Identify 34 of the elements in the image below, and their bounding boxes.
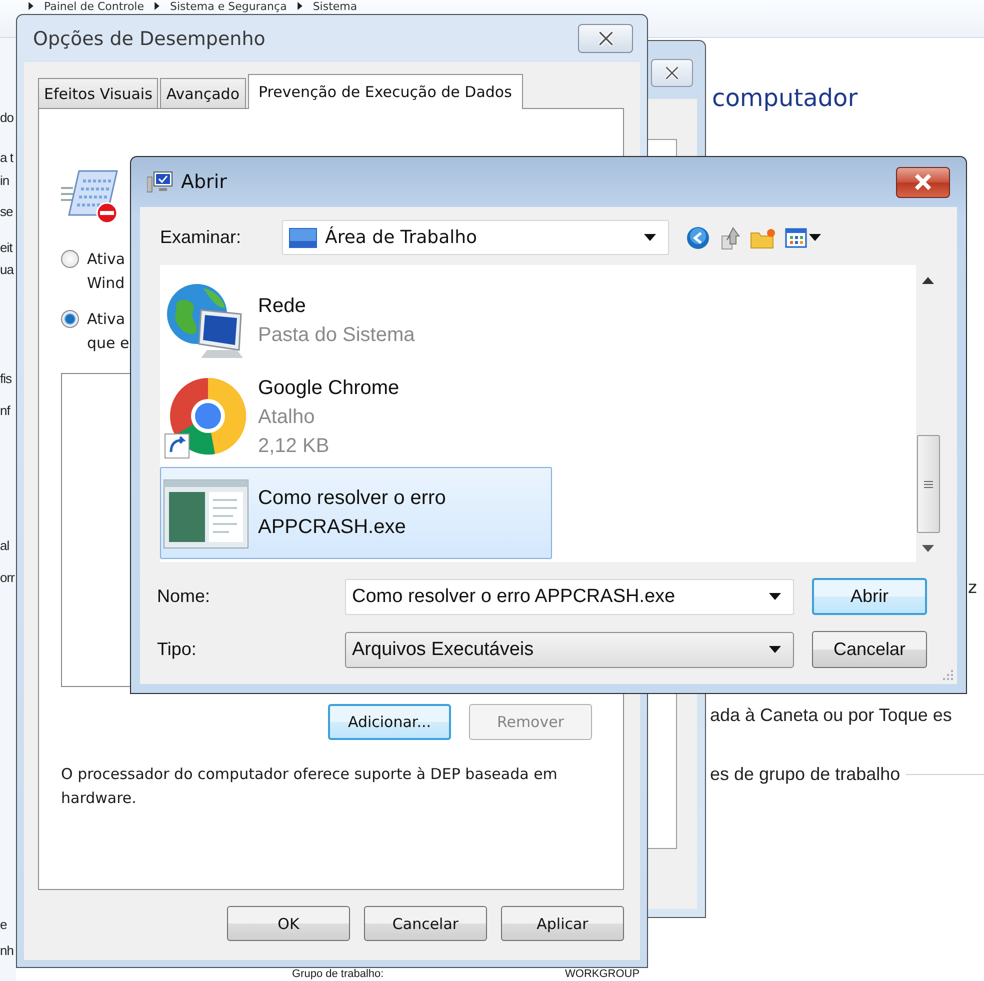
window-title: Opções de Desempenho bbox=[33, 28, 266, 50]
file-name: Google Chrome bbox=[258, 376, 400, 400]
text-fragment: orr bbox=[0, 570, 14, 585]
text-fragment: nh bbox=[0, 943, 14, 958]
text-fragment: se bbox=[0, 204, 13, 219]
text-fragment: nf bbox=[0, 403, 10, 418]
radio-label: Wind bbox=[87, 273, 126, 294]
field-label: Examinar: bbox=[160, 227, 242, 248]
text-fragment: a t bbox=[0, 150, 13, 165]
window-title: Abrir bbox=[181, 171, 228, 193]
field-value: WORKGROUP bbox=[565, 968, 640, 981]
text-fragment: in bbox=[0, 173, 10, 188]
text-fragment: e bbox=[0, 917, 7, 932]
radio-label: Ativa bbox=[87, 249, 126, 270]
text-fragment: ua bbox=[0, 262, 14, 277]
text-fragment: z bbox=[968, 578, 977, 598]
info-text: O processador do computador oferece suporte à DEP baseada em hardware. bbox=[61, 764, 558, 809]
file-detail: 2,12 KB bbox=[258, 434, 330, 458]
text-fragment: do bbox=[0, 110, 14, 125]
section-heading: es de grupo de trabalho bbox=[710, 764, 900, 785]
text-fragment: al bbox=[0, 538, 10, 553]
file-detail: Pasta do Sistema bbox=[258, 323, 416, 348]
text-fragment: fis bbox=[0, 371, 12, 386]
radio-label: Ativa bbox=[87, 309, 126, 330]
field-label: Tipo: bbox=[157, 639, 198, 660]
field-label: Nome: bbox=[157, 586, 212, 607]
file-name: Rede bbox=[258, 294, 307, 319]
file-detail: Atalho bbox=[258, 404, 316, 430]
file-name: Como resolver o erro APPCRASH.exe bbox=[258, 486, 447, 540]
field-label: Grupo de trabalho: bbox=[292, 968, 384, 981]
page-heading: computador bbox=[712, 84, 858, 112]
radio-label: que e bbox=[87, 333, 130, 354]
text-fragment: eit bbox=[0, 240, 12, 255]
text-fragment: ada à Caneta ou por Toque es bbox=[710, 705, 952, 726]
